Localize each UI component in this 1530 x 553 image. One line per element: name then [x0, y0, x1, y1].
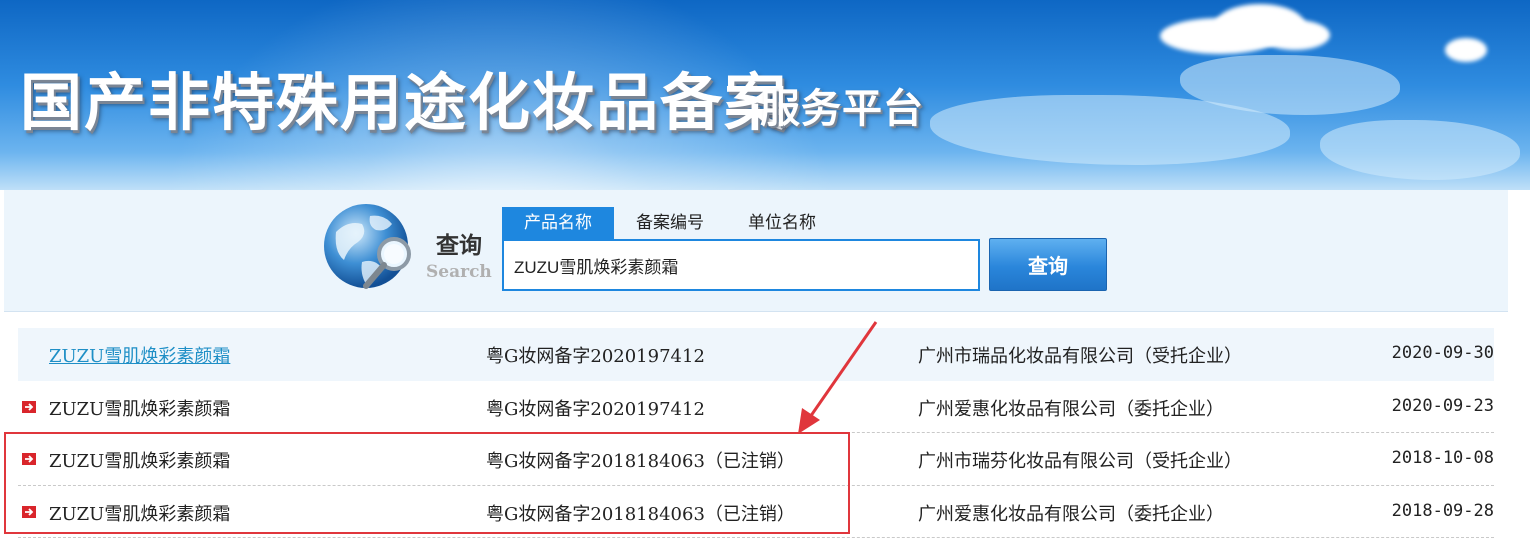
result-record-number: 粤G妆网备字2020197412 [486, 398, 705, 420]
cloud-shape [1260, 20, 1330, 50]
arrow-right-icon [22, 400, 36, 413]
result-row[interactable]: ZUZU雪肌焕彩素颜霜 粤G妆网备字2020197412 广州市瑞品化妆品有限公… [18, 328, 1494, 381]
result-company: 广州爱惠化妆品有限公司（委托企业） [918, 398, 1224, 420]
search-panel: 查询 Search 产品名称 备案编号 单位名称 查询 [4, 190, 1508, 312]
result-row[interactable]: ZUZU雪肌焕彩素颜霜 粤G妆网备字2018184063（已注销） 广州爱惠化妆… [18, 486, 1494, 538]
result-record-number: 粤G妆网备字2018184063（已注销） [486, 503, 795, 525]
result-date: 2020-09-30 [1391, 343, 1494, 363]
result-row[interactable]: ZUZU雪肌焕彩素颜霜 粤G妆网备字2018184063（已注销） 广州市瑞芬化… [18, 433, 1494, 486]
tab-company-name[interactable]: 单位名称 [726, 207, 838, 239]
globe-search-icon [324, 204, 411, 289]
result-record-number: 粤G妆网备字2018184063（已注销） [486, 451, 795, 472]
result-product-name[interactable]: ZUZU雪肌焕彩素颜霜 [49, 447, 230, 473]
cloud-shape [1445, 38, 1487, 62]
search-tabs: 产品名称 备案编号 单位名称 [502, 207, 838, 239]
result-company: 广州市瑞芬化妆品有限公司（受托企业） [918, 451, 1242, 472]
search-input[interactable] [502, 239, 980, 291]
arrow-right-icon [22, 453, 36, 465]
arrow-right-icon [22, 505, 36, 518]
result-date: 2018-09-28 [1391, 500, 1494, 521]
result-product-link[interactable]: ZUZU雪肌焕彩素颜霜 [49, 342, 230, 368]
search-button[interactable]: 查询 [989, 238, 1107, 291]
result-product-name[interactable]: ZUZU雪肌焕彩素颜霜 [49, 395, 230, 421]
banner-subtitle: 服务平台 [760, 85, 924, 132]
search-caption-english: Search [426, 262, 492, 282]
result-company: 广州市瑞品化妆品有限公司（受托企业） [918, 346, 1242, 367]
result-date: 2020-09-23 [1391, 395, 1494, 416]
tab-product-name[interactable]: 产品名称 [502, 207, 614, 239]
tab-record-number[interactable]: 备案编号 [614, 207, 726, 239]
result-record-number: 粤G妆网备字2020197412 [486, 346, 705, 367]
banner-title: 国产非特殊用途化妆品备案 [20, 66, 789, 139]
result-row[interactable]: ZUZU雪肌焕彩素颜霜 粤G妆网备字2020197412 广州爱惠化妆品有限公司… [18, 381, 1494, 433]
result-company: 广州爱惠化妆品有限公司（委托企业） [918, 503, 1224, 525]
banner-map-landmass [1320, 120, 1520, 180]
site-banner: 国产非特殊用途化妆品备案 服务平台 [0, 0, 1530, 190]
results-list: ZUZU雪肌焕彩素颜霜 粤G妆网备字2020197412 广州市瑞品化妆品有限公… [18, 328, 1494, 538]
search-caption: 查询 [436, 232, 482, 259]
result-product-name[interactable]: ZUZU雪肌焕彩素颜霜 [49, 500, 230, 526]
result-date: 2018-10-08 [1391, 448, 1494, 468]
